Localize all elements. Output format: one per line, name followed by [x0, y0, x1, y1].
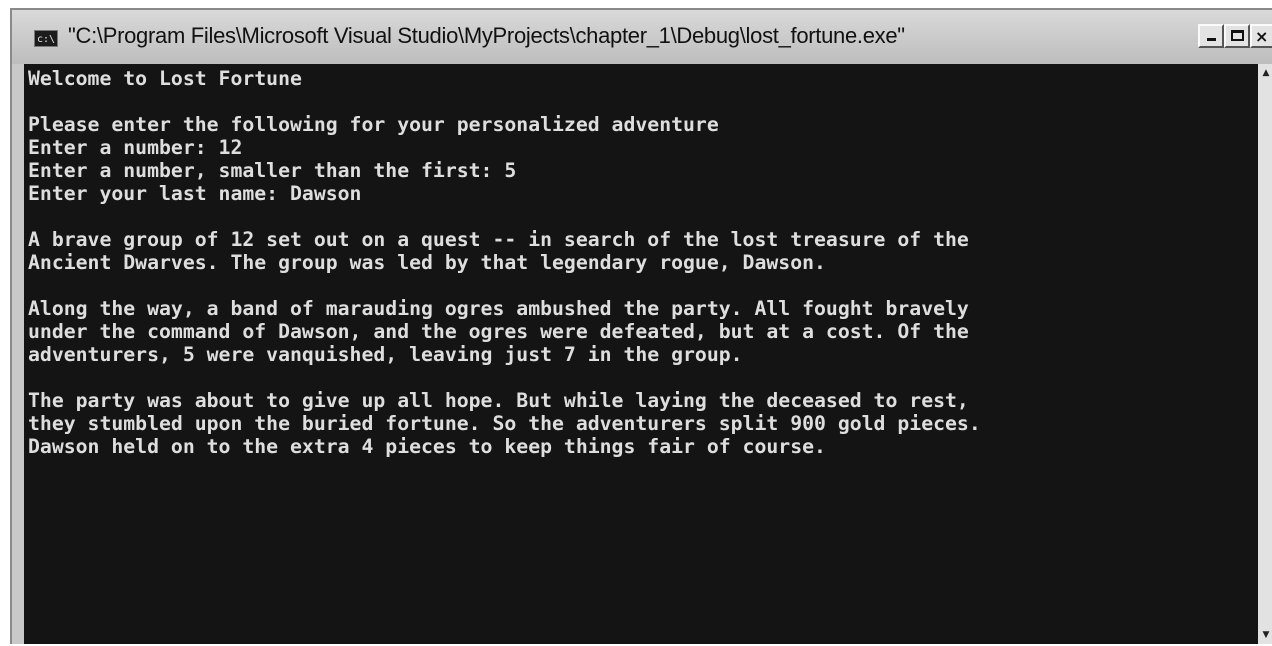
console-line: Enter a number: 12	[28, 136, 243, 159]
console-line: The party was about to give up all hope.…	[28, 389, 969, 412]
console-line: adventurers, 5 were vanquished, leaving …	[28, 343, 743, 366]
console-app-icon[interactable]: c:\	[34, 30, 58, 47]
minimize-icon	[1207, 38, 1216, 41]
console-line: Along the way, a band of marauding ogres…	[28, 297, 969, 320]
console-line: they stumbled upon the buried fortune. S…	[28, 412, 981, 435]
close-button[interactable]: ×	[1250, 24, 1272, 48]
console-line: Dawson held on to the extra 4 pieces to …	[28, 435, 826, 458]
console-line: Ancient Dwarves. The group was led by th…	[28, 251, 826, 274]
minimize-button[interactable]	[1198, 24, 1224, 48]
console-text: Welcome to Lost Fortune Please enter the …	[24, 64, 1258, 458]
scroll-down-arrow-icon[interactable]: ▼	[1258, 626, 1272, 644]
console-window: c:\ "C:\Program Files\Microsoft Visual S…	[10, 8, 1272, 644]
console-line: under the command of Dawson, and the ogr…	[28, 320, 969, 343]
console-line: Welcome to Lost Fortune	[28, 67, 302, 90]
title-bar[interactable]: c:\ "C:\Program Files\Microsoft Visual S…	[12, 10, 1272, 64]
vertical-scrollbar[interactable]: ▲ ▼	[1258, 64, 1272, 644]
console-line: Enter your last name: Dawson	[28, 182, 362, 205]
console-line: Enter a number, smaller than the first: …	[28, 159, 517, 182]
close-icon: ×	[1255, 27, 1269, 46]
console-line: Please enter the following for your pers…	[28, 113, 719, 136]
console-line: A brave group of 12 set out on a quest -…	[28, 228, 969, 251]
maximize-button[interactable]	[1224, 24, 1250, 48]
console-output[interactable]: Welcome to Lost Fortune Please enter the …	[24, 64, 1258, 644]
window-title: "C:\Program Files\Microsoft Visual Studi…	[68, 23, 905, 48]
maximize-icon	[1231, 30, 1244, 41]
scroll-up-arrow-icon[interactable]: ▲	[1258, 64, 1272, 82]
